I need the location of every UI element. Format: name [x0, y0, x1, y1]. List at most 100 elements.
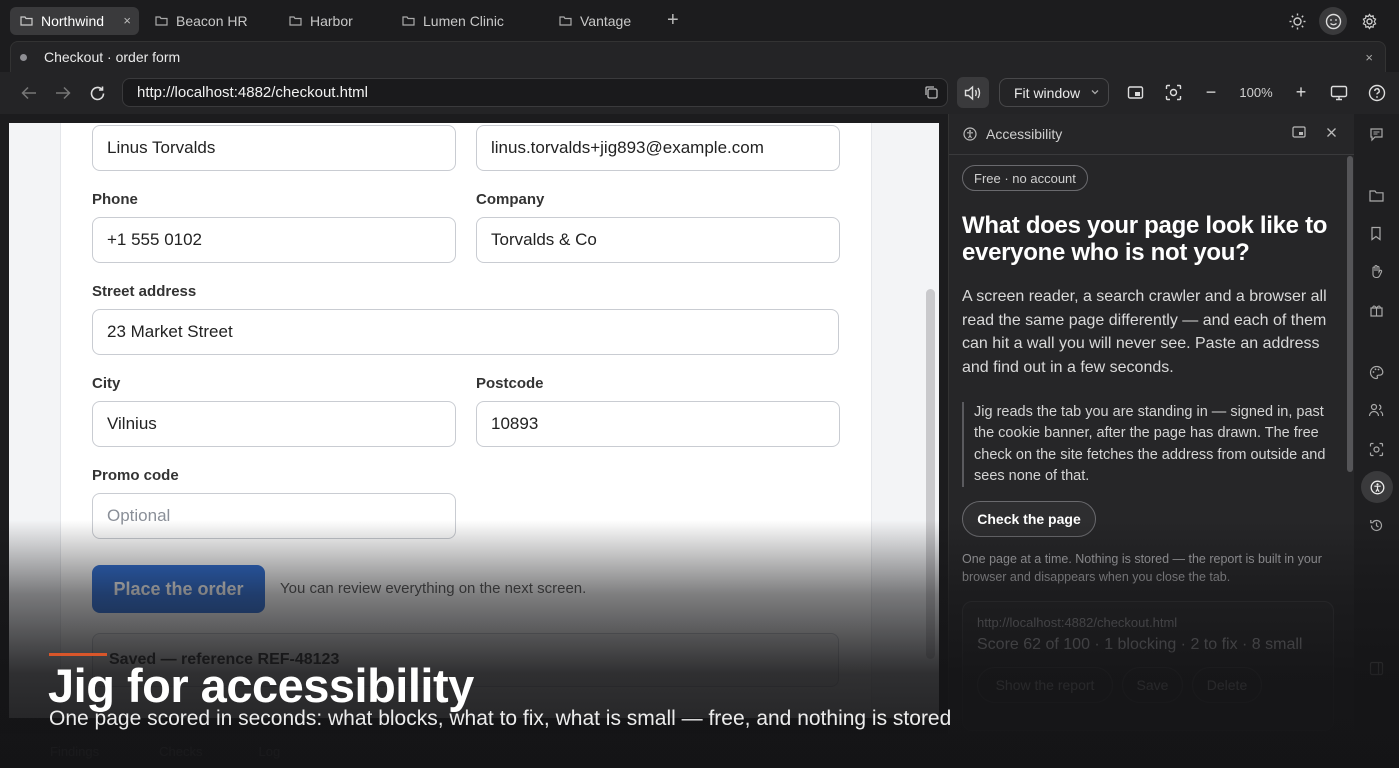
history-icon [1369, 519, 1382, 531]
picture-in-picture-button[interactable] [1119, 77, 1151, 108]
files-rail-button[interactable] [1367, 186, 1385, 204]
gestures-rail-button[interactable] [1367, 262, 1385, 280]
bookmarks-rail-button[interactable] [1367, 224, 1385, 242]
zoom-level: 100% [1239, 85, 1273, 100]
tab-beacon-hr[interactable]: Beacon HR [145, 7, 279, 35]
plan-badge: Free · no account [962, 165, 1088, 191]
speaker-icon [964, 84, 981, 101]
tab-northwind[interactable]: Northwind × [10, 6, 139, 35]
folder-icon [402, 16, 415, 26]
folder-icon [289, 16, 302, 26]
profile-button[interactable] [1319, 7, 1347, 35]
hand-icon [1371, 264, 1382, 278]
notes-rail-button[interactable] [1367, 125, 1385, 143]
back-button[interactable] [12, 78, 46, 108]
street-field[interactable]: 23 Market Street [92, 309, 839, 355]
reload-icon [90, 86, 104, 100]
colors-rail-button[interactable] [1367, 363, 1385, 381]
page-title: Checkout · order form [44, 49, 181, 65]
gear-icon [1362, 12, 1376, 30]
postcode-field[interactable]: 10893 [476, 401, 840, 447]
minus-icon: − [1205, 82, 1217, 102]
zoom-mode-value: Fit window [1014, 84, 1081, 101]
read-aloud-button[interactable] [957, 77, 989, 108]
folder-icon [559, 16, 572, 26]
status-dot-icon [20, 53, 27, 61]
check-page-button[interactable]: Check the page [962, 501, 1096, 537]
tab-harbor[interactable]: Harbor [279, 7, 392, 35]
email-field[interactable]: linus.torvalds+jig893@example.com [476, 125, 840, 171]
show-report-button[interactable]: Show the report [977, 667, 1113, 703]
company-value: Torvalds & Co [491, 230, 597, 249]
email-value: linus.torvalds+jig893@example.com [491, 138, 764, 157]
phone-value: +1 555 0102 [107, 230, 203, 249]
new-tab-button[interactable]: + [667, 9, 679, 32]
city-field[interactable]: Vilnius [92, 401, 456, 447]
tab-lumen-clinic[interactable]: Lumen Clinic [392, 7, 549, 35]
packages-rail-button[interactable] [1367, 301, 1385, 319]
zoom-out-button[interactable]: − [1195, 77, 1227, 108]
device-view-button[interactable] [1323, 77, 1355, 108]
tab-vantage[interactable]: Vantage [549, 7, 659, 35]
accessibility-icon [963, 127, 977, 141]
capture-rail-button[interactable] [1367, 440, 1385, 458]
promo-field[interactable]: Optional [92, 493, 456, 539]
copy-icon[interactable] [924, 85, 939, 100]
name-value: Linus Torvalds [107, 138, 216, 157]
zoom-in-button[interactable]: + [1285, 77, 1317, 108]
capture-icon [1165, 84, 1181, 101]
popout-icon[interactable] [1292, 126, 1306, 138]
tab-bar: Northwind × Beacon HR Harbor Lumen Clini… [0, 0, 1399, 41]
panel-scrollbar[interactable] [1347, 156, 1353, 472]
browser-window: Northwind × Beacon HR Harbor Lumen Clini… [0, 0, 1399, 768]
company-label: Company [476, 191, 545, 208]
close-page-icon[interactable]: × [1365, 50, 1373, 65]
reload-button[interactable] [80, 78, 114, 108]
forward-button[interactable] [46, 78, 80, 108]
street-value: 23 Market Street [107, 322, 233, 341]
findings-tab[interactable]: Findings [50, 744, 99, 759]
monitor-icon [1330, 85, 1348, 100]
history-rail-button[interactable] [1367, 516, 1385, 534]
company-field[interactable]: Torvalds & Co [476, 217, 840, 263]
name-field[interactable]: Linus Torvalds [92, 125, 456, 171]
people-rail-button[interactable] [1367, 401, 1385, 419]
close-icon[interactable] [1326, 127, 1337, 138]
theme-toggle-button[interactable] [1283, 7, 1311, 35]
target-icon [1369, 442, 1383, 456]
settings-button[interactable] [1355, 7, 1383, 35]
panel-intro: A screen reader, a search crawler and a … [962, 288, 1327, 376]
plus-icon: + [1295, 82, 1307, 102]
page-scrollbar[interactable] [926, 289, 935, 659]
zoom-mode-select[interactable]: Fit window [999, 78, 1109, 107]
url-text: http://localhost:4882/checkout.html [137, 84, 368, 101]
screenshot-button[interactable] [1157, 77, 1189, 108]
layout-rail-button[interactable] [1367, 659, 1385, 677]
panel-quote: Jig reads the tab you are standing in — … [962, 402, 1334, 488]
report-summary: Score 62 of 100 · 1 blocking · 2 to fix … [977, 636, 1303, 653]
postcode-value: 10893 [491, 414, 539, 433]
accessibility-icon [1370, 480, 1384, 494]
help-button[interactable] [1361, 77, 1393, 108]
gift-icon [1369, 304, 1383, 317]
log-tab[interactable]: Log [259, 744, 281, 759]
tab-close-icon[interactable]: × [123, 13, 131, 28]
phone-field[interactable]: +1 555 0102 [92, 217, 456, 263]
submit-hint: You can review everything on the next sc… [280, 580, 587, 597]
address-bar[interactable]: http://localhost:4882/checkout.html [122, 78, 948, 107]
checks-tab[interactable]: Checks [159, 744, 202, 759]
postcode-label: Postcode [476, 375, 544, 392]
sidebar-icon [1369, 661, 1383, 675]
city-value: Vilnius [107, 414, 157, 433]
delete-report-button[interactable]: Delete [1192, 667, 1262, 703]
panel-header: Accessibility [949, 114, 1355, 155]
accessibility-rail-button[interactable] [1361, 471, 1393, 503]
city-label: City [92, 375, 121, 392]
arrow-left-icon [21, 86, 36, 100]
window-controls [1283, 7, 1383, 35]
caption-subtitle: One page scored in seconds: what blocks,… [49, 707, 952, 730]
place-order-button[interactable]: Place the order [92, 565, 265, 613]
save-report-button[interactable]: Save [1122, 667, 1183, 703]
tab-label: Harbor [310, 12, 353, 29]
sun-icon [1289, 13, 1305, 29]
